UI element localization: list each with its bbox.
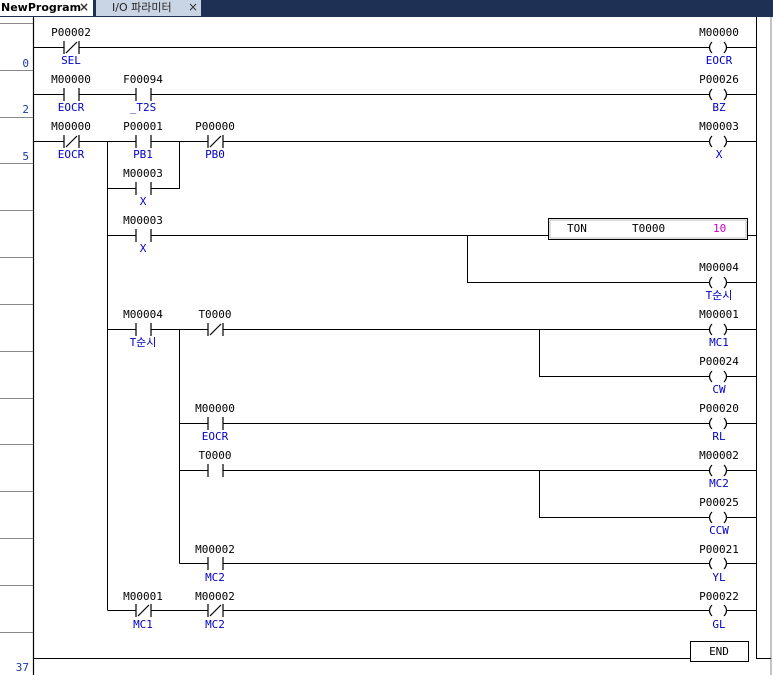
coil-icon[interactable] xyxy=(708,135,728,148)
coil-address: P00026 xyxy=(699,73,739,86)
coil-address: M00003 xyxy=(699,120,739,133)
coil-address: M00002 xyxy=(699,449,739,462)
contact-comment: MC1 xyxy=(133,618,153,631)
no-contact-icon[interactable] xyxy=(207,464,224,477)
coil-comment: MC2 xyxy=(709,477,729,490)
nc-contact-icon[interactable] xyxy=(207,604,224,617)
coil-address: M00001 xyxy=(699,308,739,321)
coil-icon[interactable] xyxy=(708,276,728,289)
contact-comment: MC2 xyxy=(205,618,225,631)
contact-address: M00000 xyxy=(195,402,235,415)
coil-address: M00004 xyxy=(699,261,739,274)
coil-address: M00000 xyxy=(699,26,739,39)
nc-contact-icon[interactable] xyxy=(207,323,224,336)
contact-address: T0000 xyxy=(198,308,231,321)
coil-icon[interactable] xyxy=(708,88,728,101)
nc-contact-icon[interactable] xyxy=(63,135,80,148)
coil-icon[interactable] xyxy=(708,417,728,430)
coil-comment: CCW xyxy=(709,524,729,537)
coil-address: P00022 xyxy=(699,590,739,603)
nc-contact-icon[interactable] xyxy=(207,135,224,148)
contact-comment: X xyxy=(140,242,147,255)
coil-comment: GL xyxy=(712,618,726,631)
contact-comment: PB1 xyxy=(133,148,153,161)
end-block[interactable]: END xyxy=(690,641,749,662)
contact-address: M00000 xyxy=(51,120,91,133)
ton-function-block[interactable]: TON T0000 10 xyxy=(548,218,748,240)
no-contact-icon[interactable] xyxy=(135,323,152,336)
no-contact-icon[interactable] xyxy=(135,229,152,242)
timer-name: T0000 xyxy=(632,222,665,235)
contact-comment: EOCR xyxy=(202,430,229,443)
coil-icon[interactable] xyxy=(708,511,728,524)
coil-comment: CW xyxy=(712,383,726,396)
contact-comment: PB0 xyxy=(205,148,225,161)
contact-comment: MC2 xyxy=(205,571,225,584)
row-number: 37 xyxy=(16,661,29,674)
no-contact-icon[interactable] xyxy=(63,88,80,101)
nc-contact-icon[interactable] xyxy=(135,604,152,617)
contact-comment: _T2S xyxy=(130,101,157,114)
contact-comment: SEL xyxy=(61,54,81,67)
contact-address: T0000 xyxy=(198,449,231,462)
timer-preset: 10 xyxy=(713,222,726,235)
coil-comment: EOCR xyxy=(706,54,733,67)
coil-comment: YL xyxy=(712,571,726,584)
coil-comment: BZ xyxy=(712,101,726,114)
contact-address: M00003 xyxy=(123,214,163,227)
no-contact-icon[interactable] xyxy=(135,135,152,148)
end-label: END xyxy=(709,645,729,658)
coil-address: P00025 xyxy=(699,496,739,509)
contact-address: M00002 xyxy=(195,590,235,603)
coil-address: P00024 xyxy=(699,355,739,368)
contact-address: M00002 xyxy=(195,543,235,556)
ton-instruction: TON xyxy=(567,222,587,235)
coil-icon[interactable] xyxy=(708,464,728,477)
contact-comment: EOCR xyxy=(58,148,85,161)
contact-address: M00003 xyxy=(123,167,163,180)
contact-address: P00000 xyxy=(195,120,235,133)
contact-address: F00094 xyxy=(123,73,163,86)
coil-icon[interactable] xyxy=(708,41,728,54)
coil-comment: X xyxy=(716,148,723,161)
row-number: 5 xyxy=(22,150,29,163)
contact-comment: T순시 xyxy=(130,336,157,349)
nc-contact-icon[interactable] xyxy=(63,41,80,54)
coil-address: P00021 xyxy=(699,543,739,556)
no-contact-icon[interactable] xyxy=(207,417,224,430)
contact-address: P00002 xyxy=(51,26,91,39)
coil-comment: MC1 xyxy=(709,336,729,349)
contact-address: P00001 xyxy=(123,120,163,133)
contact-comment: X xyxy=(140,195,147,208)
contact-address: M00000 xyxy=(51,73,91,86)
row-number: 0 xyxy=(22,57,29,70)
no-contact-icon[interactable] xyxy=(135,88,152,101)
coil-icon[interactable] xyxy=(708,323,728,336)
coil-icon[interactable] xyxy=(708,370,728,383)
coil-comment: RL xyxy=(712,430,726,443)
no-contact-icon[interactable] xyxy=(207,557,224,570)
ladder-wires xyxy=(34,47,771,659)
coil-comment: T순시 xyxy=(706,289,733,302)
ladder-diagram: 0 2 5 37 TON T0000 10 END P00002 SEL M00… xyxy=(0,17,772,675)
contact-address: M00001 xyxy=(123,590,163,603)
contact-comment: EOCR xyxy=(58,101,85,114)
contact-address: M00004 xyxy=(123,308,163,321)
coil-address: P00020 xyxy=(699,402,739,415)
no-contact-icon[interactable] xyxy=(135,182,152,195)
coil-icon[interactable] xyxy=(708,604,728,617)
coil-icon[interactable] xyxy=(708,557,728,570)
row-number: 2 xyxy=(22,103,29,116)
